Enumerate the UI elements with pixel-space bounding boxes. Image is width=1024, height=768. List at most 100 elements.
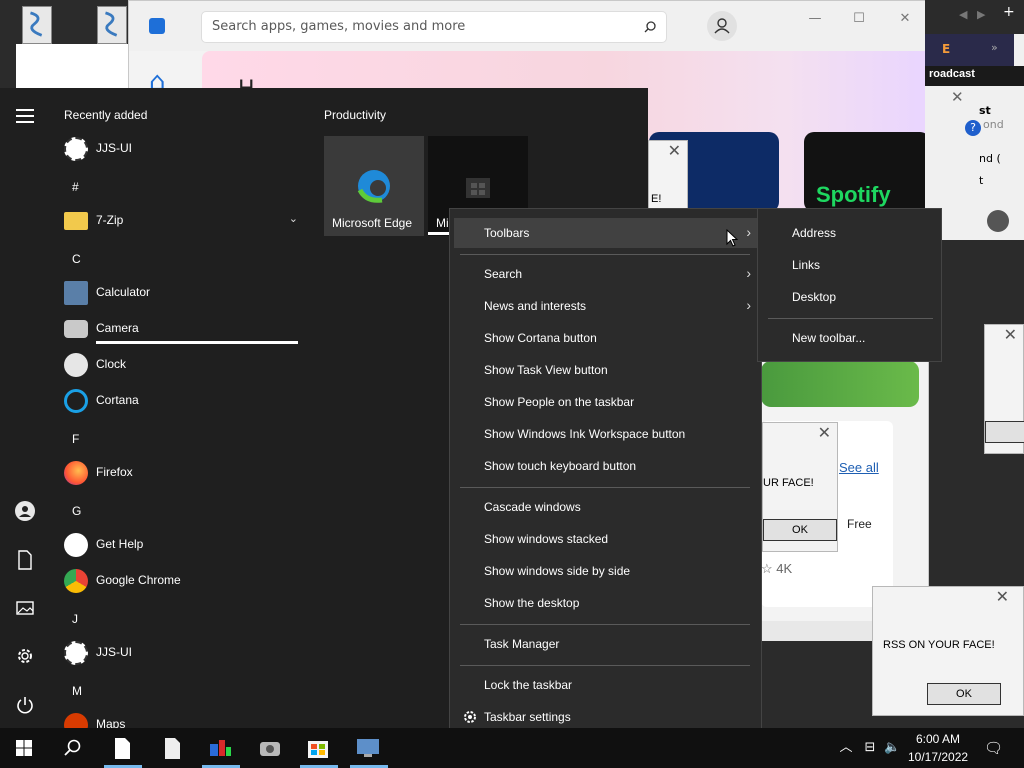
menu-item-windows-stacked[interactable]: Show windows stacked: [454, 524, 757, 554]
taskbar-app-store[interactable]: [304, 734, 332, 762]
maps-icon: [64, 713, 88, 728]
app-label: Camera: [96, 321, 139, 335]
letter-heading[interactable]: G: [72, 504, 81, 518]
back-arrow-icon[interactable]: ◀: [959, 8, 967, 21]
desktop-shortcut-icon[interactable]: [22, 6, 52, 44]
search-button[interactable]: [58, 734, 86, 762]
see-all-link[interactable]: See all: [839, 460, 879, 475]
submenu-item-label: Links: [792, 258, 821, 272]
letter-heading[interactable]: F: [72, 432, 79, 446]
app-item-7zip[interactable]: 7-Zip ⌄: [62, 205, 302, 237]
menu-item-show-task-view[interactable]: Show Task View button: [454, 355, 757, 385]
volume-icon[interactable]: 🔈: [884, 740, 900, 756]
clock-date[interactable]: 10/17/2022: [908, 750, 968, 764]
start-button[interactable]: [10, 734, 38, 762]
ok-button[interactable]: OK: [763, 519, 837, 541]
document-icon: [115, 738, 130, 759]
help-icon[interactable]: ?: [965, 120, 981, 136]
clock-time[interactable]: 6:00 AM: [916, 732, 960, 746]
menu-item-show-people[interactable]: Show People on the taskbar: [454, 387, 757, 417]
menu-item-label: Taskbar settings: [484, 710, 571, 724]
close-icon[interactable]: ✕: [996, 590, 1009, 606]
taskbar-context-menu: Toolbars › Search › News and interests ›…: [449, 208, 762, 742]
store-icon: [308, 741, 328, 758]
search-icon[interactable]: [644, 21, 656, 33]
pictures-icon[interactable]: [14, 597, 36, 619]
camera-icon: [64, 320, 88, 338]
minimize-button[interactable]: —: [805, 9, 825, 29]
menu-item-windows-side-by-side[interactable]: Show windows side by side: [454, 556, 757, 586]
tile-microsoft-edge[interactable]: Microsoft Edge: [324, 136, 424, 236]
app-item-jjs-ui[interactable]: JJS-UI: [62, 133, 302, 165]
taskbar-app-shapes[interactable]: [206, 734, 234, 762]
ok-button[interactable]: OK: [927, 683, 1001, 705]
close-icon[interactable]: ✕: [951, 88, 964, 106]
scroll-arrow-icon[interactable]: [987, 210, 1009, 232]
letter-heading[interactable]: C: [72, 252, 81, 266]
menu-separator: [460, 487, 750, 488]
get-help-icon: [64, 533, 88, 557]
close-icon[interactable]: ✕: [818, 426, 831, 442]
document-icon: [165, 738, 180, 759]
alert-dialog: ✕ E!: [648, 140, 688, 210]
menu-item-toolbars[interactable]: Toolbars ›: [454, 218, 757, 248]
desktop-window-fragment: [16, 44, 128, 90]
app-label: Firefox: [96, 465, 133, 479]
menu-item-show-desktop[interactable]: Show the desktop: [454, 588, 757, 618]
submenu-item-desktop[interactable]: Desktop: [762, 282, 937, 312]
network-icon[interactable]: ⊟: [862, 740, 878, 756]
power-icon[interactable]: [14, 694, 36, 716]
menu-item-label: Show touch keyboard button: [484, 459, 637, 473]
taskbar-app-document[interactable]: [158, 734, 186, 762]
close-icon[interactable]: ✕: [1004, 328, 1017, 344]
app-item-google-chrome[interactable]: Google Chrome: [62, 565, 302, 597]
menu-item-show-touch-keyboard[interactable]: Show touch keyboard button: [454, 451, 757, 481]
maximize-button[interactable]: ☐: [849, 9, 869, 29]
app-item-clock[interactable]: Clock: [62, 349, 302, 381]
taskbar-app-remote[interactable]: [354, 734, 382, 762]
game-tile[interactable]: [761, 361, 919, 407]
notification-icon[interactable]: 🗨: [984, 740, 1003, 756]
shapes-app-icon: [210, 740, 231, 756]
menu-item-cascade-windows[interactable]: Cascade windows: [454, 492, 757, 522]
chevron-down-icon[interactable]: ⌄: [289, 212, 298, 225]
app-item-calculator[interactable]: Calculator: [62, 277, 302, 309]
dialog-button[interactable]: [985, 421, 1024, 443]
taskbar-app-notepad[interactable]: [108, 734, 136, 762]
hamburger-menu-icon[interactable]: [16, 109, 34, 123]
submenu-item-links[interactable]: Links: [762, 250, 937, 280]
menu-item-show-ink-workspace[interactable]: Show Windows Ink Workspace button: [454, 419, 757, 449]
letter-heading[interactable]: M: [72, 684, 82, 698]
menu-item-news-and-interests[interactable]: News and interests ›: [454, 291, 757, 321]
account-avatar-icon[interactable]: [707, 11, 737, 41]
menu-item-lock-taskbar[interactable]: Lock the taskbar: [454, 670, 757, 700]
new-tab-icon[interactable]: +: [1003, 4, 1015, 20]
app-item-get-help[interactable]: Get Help: [62, 529, 302, 561]
cortana-icon: [64, 389, 88, 413]
menu-item-show-cortana[interactable]: Show Cortana button: [454, 323, 757, 353]
calculator-icon: [64, 281, 88, 305]
taskbar-app-camera[interactable]: [256, 734, 284, 762]
double-chevron-icon[interactable]: »: [991, 41, 998, 54]
letter-heading[interactable]: #: [72, 180, 79, 194]
store-search-input[interactable]: Search apps, games, movies and more: [201, 11, 667, 43]
forward-arrow-icon[interactable]: ▶: [977, 8, 985, 21]
submenu-item-address[interactable]: Address: [762, 218, 937, 248]
app-item-jjs-ui[interactable]: JJS-UI: [62, 637, 302, 669]
chevron-up-icon[interactable]: ︿: [838, 740, 854, 756]
documents-icon[interactable]: [14, 549, 36, 571]
settings-gear-icon[interactable]: [14, 645, 36, 667]
user-icon[interactable]: [14, 500, 36, 522]
menu-item-search[interactable]: Search ›: [454, 259, 757, 289]
close-icon[interactable]: ✕: [668, 144, 681, 160]
submenu-item-new-toolbar[interactable]: New toolbar...: [762, 323, 937, 353]
spotify-tile[interactable]: Spotify: [804, 132, 930, 212]
app-item-cortana[interactable]: Cortana: [62, 385, 302, 417]
letter-heading[interactable]: J: [72, 612, 78, 626]
close-button[interactable]: ✕: [895, 9, 915, 29]
alert-dialog: ✕ RSS ON YOUR FACE! OK: [872, 586, 1024, 716]
app-item-firefox[interactable]: Firefox: [62, 457, 302, 489]
menu-item-task-manager[interactable]: Task Manager: [454, 629, 757, 659]
desktop-shortcut-icon[interactable]: [97, 6, 127, 44]
app-item-maps[interactable]: Maps: [62, 709, 302, 728]
